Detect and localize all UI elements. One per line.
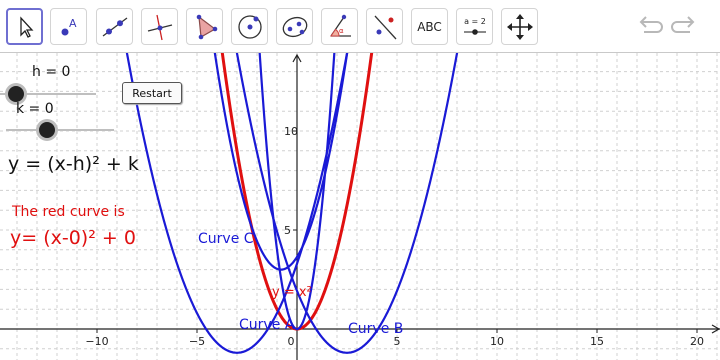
line-tool-button[interactable] bbox=[96, 8, 133, 45]
point-tool-button[interactable]: A bbox=[50, 8, 87, 45]
line-through-points-icon bbox=[102, 16, 127, 37]
red-curve-label: y = x² bbox=[272, 285, 312, 300]
x-tick-label: −5 bbox=[189, 335, 205, 348]
slider-h-knob[interactable] bbox=[8, 86, 24, 102]
curve-a[interactable] bbox=[0, 53, 720, 354]
slider-tool-button[interactable]: a = 2 bbox=[456, 8, 493, 45]
x-tick-label: −10 bbox=[85, 335, 108, 348]
move-arrows-icon bbox=[506, 13, 533, 40]
ellipse-icon bbox=[282, 16, 307, 37]
curve-b[interactable] bbox=[0, 53, 720, 354]
angle-tool-button[interactable]: α bbox=[321, 8, 358, 45]
cursor-arrow-icon bbox=[19, 15, 33, 38]
move-tool-button[interactable] bbox=[6, 8, 43, 45]
slider-k-track[interactable] bbox=[6, 129, 114, 131]
narrow-blue-curve[interactable] bbox=[0, 53, 720, 331]
redo-icon bbox=[671, 16, 695, 33]
perpendicular-line-icon bbox=[147, 14, 172, 40]
reflect-tool-button[interactable] bbox=[366, 8, 403, 45]
slider-k-knob[interactable] bbox=[39, 122, 55, 138]
undo-button[interactable] bbox=[632, 10, 666, 42]
reflect-about-line-icon bbox=[374, 15, 396, 39]
slider-icon: a = 2 bbox=[463, 17, 486, 35]
svg-text:α: α bbox=[339, 27, 344, 35]
restart-button[interactable]: Restart bbox=[122, 82, 182, 104]
ellipse-tool-button[interactable] bbox=[276, 8, 313, 45]
text-tool-label: ABC bbox=[417, 19, 442, 34]
slider-tool-label: a = 2 bbox=[464, 17, 486, 26]
circle-tool-button[interactable] bbox=[231, 8, 268, 45]
angle-icon: α bbox=[329, 14, 351, 37]
general-equation: y = (x-h)² + k bbox=[8, 153, 139, 175]
x-tick-label: 15 bbox=[590, 335, 604, 348]
curve-c-label: Curve C bbox=[198, 231, 254, 247]
x-tick-label: 10 bbox=[490, 335, 504, 348]
polygon-icon bbox=[196, 14, 217, 39]
svg-text:A: A bbox=[69, 17, 77, 30]
curve-a-label: Curve A bbox=[239, 317, 295, 333]
x-tick-label: 20 bbox=[690, 335, 704, 348]
tick-labels: −10 −5 0 5 10 15 20510 bbox=[85, 125, 704, 348]
red-curve-y-equals-x-squared[interactable] bbox=[0, 53, 720, 331]
y-tick-label: 10 bbox=[284, 125, 298, 138]
undo-icon bbox=[639, 16, 663, 33]
y-tick-label: 5 bbox=[284, 224, 291, 237]
toolbar: A α ABC a = 2 bbox=[0, 0, 720, 53]
polygon-tool-button[interactable] bbox=[186, 8, 223, 45]
red-curve-equation: y= (x-0)² + 0 bbox=[10, 227, 136, 249]
perpendicular-line-tool-button[interactable] bbox=[141, 8, 178, 45]
curves[interactable] bbox=[0, 53, 720, 354]
x-tick-label: 0 bbox=[288, 335, 295, 348]
redo-button[interactable] bbox=[668, 10, 702, 42]
text-tool-button[interactable]: ABC bbox=[411, 8, 448, 45]
red-curve-note: The red curve is bbox=[12, 204, 125, 220]
slider-h-label: h = 0 bbox=[32, 64, 71, 80]
curve-b-label: Curve B bbox=[348, 321, 403, 337]
point-a-icon: A bbox=[61, 17, 77, 35]
move-graphics-tool-button[interactable] bbox=[501, 8, 538, 45]
circle-center-point-icon bbox=[237, 14, 262, 39]
slider-k-label: k = 0 bbox=[16, 101, 54, 117]
